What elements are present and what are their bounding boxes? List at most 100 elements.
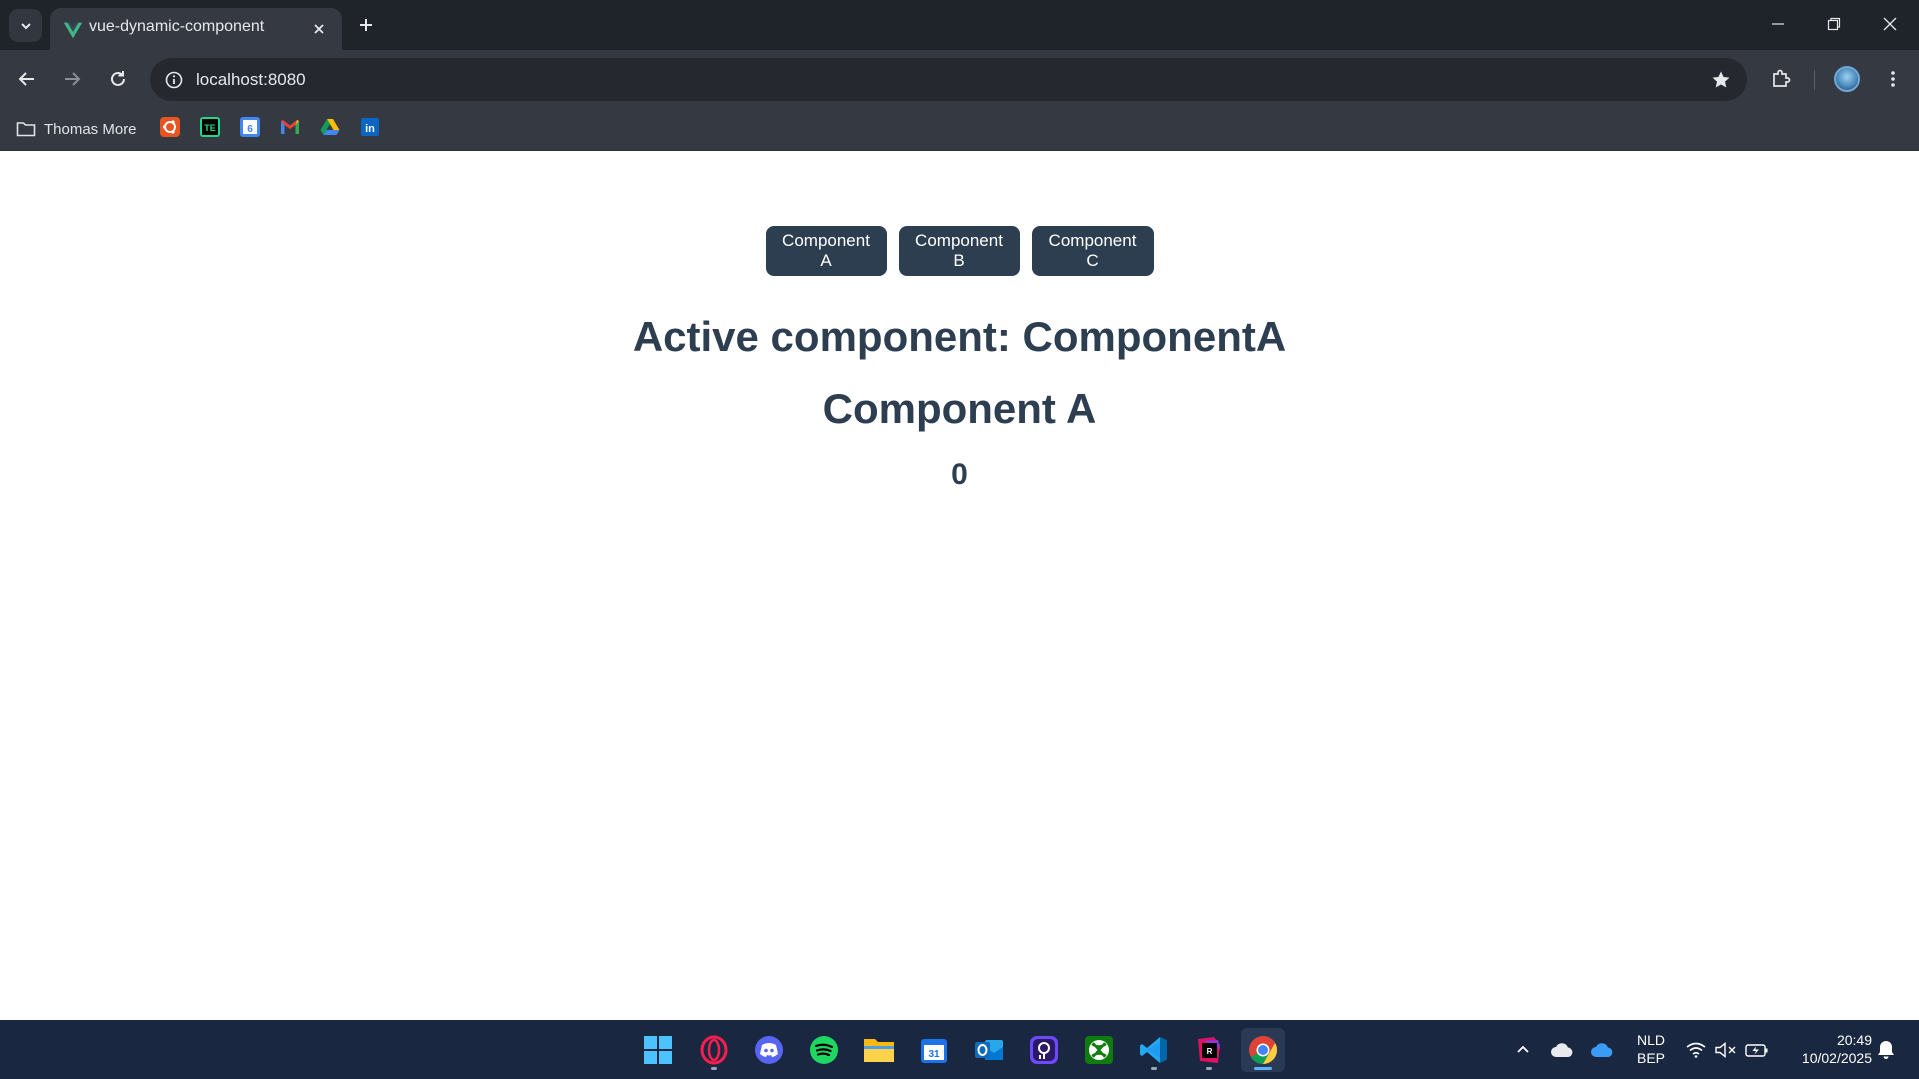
bookmark-google-calendar[interactable]: 6 [239,116,261,138]
file-explorer-icon [864,1039,894,1062]
onedrive-icon [1591,1043,1613,1057]
bell-icon [1878,1041,1894,1059]
bookmark-folder-thomas-more[interactable]: Thomas More [16,116,137,142]
chrome-menu-button[interactable] [1875,61,1911,97]
site-info-button[interactable] [160,66,187,93]
component-heading: Component A [822,385,1097,432]
tray-volume-muted[interactable] [1713,1037,1739,1063]
taskbar-rider[interactable]: R [1187,1028,1231,1072]
back-button[interactable] [9,61,45,97]
show-hidden-icons-button[interactable] [1510,1037,1536,1063]
tab-strip: vue-dynamic-component [0,0,1919,50]
calendar-icon: 31 [921,1039,947,1063]
bookmark-google-drive[interactable] [319,116,341,138]
google-drive-icon [320,119,340,135]
tray-icloud[interactable] [1549,1037,1575,1063]
counter-value: 0 [951,458,968,491]
profile-button[interactable] [1829,61,1865,97]
minimize-button[interactable] [1750,0,1806,48]
svg-text:R: R [1207,1047,1213,1056]
cloud-white-icon [1551,1043,1573,1057]
taskbar-chrome[interactable] [1241,1028,1285,1072]
arrow-right-icon [65,72,81,86]
speaker-muted-icon [1715,1042,1736,1058]
windows-start-icon [644,1036,672,1064]
close-icon [1883,17,1897,31]
reload-button[interactable] [100,61,136,97]
gmail-icon [281,120,299,134]
bookmark-te[interactable]: TE [199,116,221,138]
restore-button[interactable] [1806,0,1862,48]
active-indicator [1254,1067,1272,1070]
browser-toolbar: localhost:8080 [0,50,1919,108]
chrome-icon [1249,1036,1277,1064]
toolbar-divider [1814,70,1815,90]
component-c-button[interactable]: Component C [1031,226,1154,276]
vue-logo-icon [63,22,83,39]
bookmark-gmail[interactable] [279,116,301,138]
bookmark-ubuntu[interactable] [159,116,181,138]
notifications-button[interactable] [1873,1037,1899,1063]
clock-time: 20:49 [1836,1032,1872,1048]
bookmark-linkedin[interactable]: in [359,116,381,138]
puzzle-icon [1773,69,1791,87]
taskbar-vscode[interactable] [1132,1028,1176,1072]
tray-battery[interactable] [1744,1037,1770,1063]
address-bar[interactable]: localhost:8080 [150,58,1747,101]
forward-button[interactable] [54,61,90,97]
language-code: NLD [1636,1032,1665,1048]
tab-close-button[interactable] [308,18,330,40]
svg-text:6: 6 [247,124,253,135]
new-tab-button[interactable] [352,11,380,39]
xbox-icon [1085,1036,1113,1064]
linkedin-icon: in [361,118,379,136]
tray-onedrive[interactable] [1589,1037,1615,1063]
arrow-left-icon [18,72,34,86]
outlook-icon [975,1040,1003,1060]
extensions-button[interactable] [1763,61,1799,97]
tab-search-button[interactable] [9,9,42,42]
discord-icon [755,1036,783,1064]
te-icon: TE [200,117,220,137]
component-a-button[interactable]: Component A [765,226,887,276]
taskbar-file-explorer[interactable] [857,1028,901,1072]
bookmark-star-button[interactable] [1707,66,1735,94]
input-language-indicator[interactable]: NLD BEP [1630,1031,1672,1067]
wifi-icon [1686,1042,1706,1058]
tray-wifi[interactable] [1683,1037,1709,1063]
chevron-down-icon [20,22,31,29]
info-icon [165,71,182,88]
reload-icon [111,71,125,86]
start-button[interactable] [636,1028,680,1072]
taskbar-outlook[interactable] [967,1028,1011,1072]
opera-gx-icon [700,1035,728,1065]
clock-date: 10/02/2025 [1801,1050,1872,1066]
taskbar-opera-gx[interactable] [692,1028,736,1072]
spotify-icon [810,1036,838,1064]
active-component-heading: Active component: ComponentA [632,313,1287,360]
system-clock[interactable]: 20:49 10/02/2025 [1782,1031,1872,1067]
more-vert-icon [1891,71,1895,87]
component-b-button[interactable]: Component B [898,226,1020,276]
windows-taskbar: 31 R NLD BEP 20:49 10/02/2025 [0,1020,1919,1079]
taskbar-spotify[interactable] [802,1028,846,1072]
taskbar-discord[interactable] [747,1028,791,1072]
taskbar-xbox[interactable] [1077,1028,1121,1072]
close-icon [314,24,324,34]
page-viewport: Component A Component B Component C Acti… [0,151,1919,1020]
close-window-button[interactable] [1862,0,1918,48]
minimize-icon [1772,23,1784,25]
proton-pass-icon [1030,1036,1058,1064]
active-tab[interactable]: vue-dynamic-component [50,8,342,50]
svg-text:31: 31 [928,1049,940,1060]
ubuntu-icon [160,117,180,137]
svg-text:in: in [365,123,375,135]
google-calendar-icon: 6 [240,117,260,137]
avatar [1834,66,1860,92]
tab-title: vue-dynamic-component [89,18,265,35]
url-text: localhost:8080 [196,70,306,89]
taskbar-calendar[interactable]: 31 [912,1028,956,1072]
taskbar-proton-pass[interactable] [1022,1028,1066,1072]
running-indicator [1151,1067,1157,1070]
running-indicator [711,1067,717,1070]
